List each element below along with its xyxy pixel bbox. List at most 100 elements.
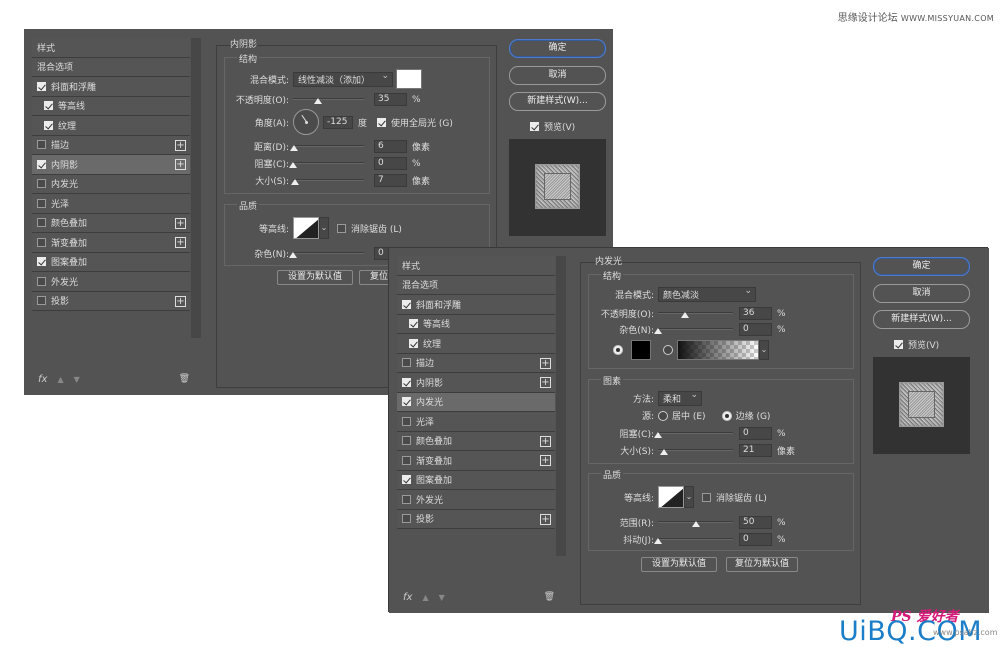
style-list-item[interactable]: 样式 <box>397 256 555 276</box>
jitter-input[interactable]: 0 <box>739 533 772 546</box>
blend-mode-select[interactable]: 颜色减淡 <box>658 286 756 302</box>
style-list-item[interactable]: 混合选项 <box>397 275 555 295</box>
gradient-dropdown[interactable]: ⌄ <box>759 340 769 360</box>
distance-input[interactable]: 6 <box>374 140 407 153</box>
add-effect-icon[interactable]: + <box>175 295 186 307</box>
gradient-radio[interactable] <box>663 345 673 355</box>
style-list-item[interactable]: 混合选项 <box>32 57 190 77</box>
trash-icon[interactable]: 🗑 <box>179 374 190 384</box>
choke-slider-thumb[interactable] <box>289 161 297 168</box>
add-effect-icon[interactable]: + <box>175 217 186 229</box>
move-up-icon[interactable]: ▲ <box>422 593 428 602</box>
style-checkbox[interactable] <box>37 179 46 189</box>
reset-default-button[interactable]: 复位为默认值 <box>726 557 798 572</box>
choke-slider[interactable] <box>289 159 364 169</box>
distance-slider[interactable] <box>290 142 364 152</box>
style-checkbox[interactable] <box>44 120 53 130</box>
glow-gradient-swatch[interactable] <box>677 340 759 360</box>
add-effect-icon[interactable]: + <box>540 435 551 447</box>
opacity-input[interactable]: 36 <box>739 307 772 320</box>
add-effect-icon[interactable]: + <box>175 237 186 248</box>
move-up-icon[interactable]: ▲ <box>57 375 63 384</box>
antialias-checkbox[interactable] <box>702 492 711 502</box>
style-checkbox[interactable] <box>402 397 411 407</box>
style-checkbox[interactable] <box>402 358 411 368</box>
style-list-item[interactable]: 等高线 <box>397 314 555 334</box>
style-checkbox[interactable] <box>402 436 411 446</box>
style-list-item[interactable]: 投影 + <box>32 291 190 311</box>
style-list-item[interactable]: 外发光 <box>397 490 555 510</box>
style-checkbox[interactable] <box>37 159 46 169</box>
noise-slider-thumb[interactable] <box>654 327 662 334</box>
style-checkbox[interactable] <box>37 257 46 267</box>
style-checkbox[interactable] <box>37 237 46 247</box>
opacity-input[interactable]: 35 <box>374 93 407 106</box>
make-default-button[interactable]: 设置为默认值 <box>277 270 353 285</box>
style-checkbox[interactable] <box>37 140 46 150</box>
new-style-button[interactable]: 新建样式(W)... <box>873 310 970 329</box>
style-list-scrollbar[interactable] <box>556 256 566 556</box>
blend-mode-select[interactable]: 线性减淡（添加） <box>293 71 393 87</box>
fx-icon[interactable]: fx <box>38 374 47 385</box>
style-list-item[interactable]: 颜色叠加 + <box>397 431 555 451</box>
contour-dropdown[interactable]: ⌄ <box>319 217 329 239</box>
style-list-item[interactable]: 外发光 <box>32 272 190 292</box>
new-style-button[interactable]: 新建样式(W)... <box>509 92 606 111</box>
contour-dropdown[interactable]: ⌄ <box>684 486 694 508</box>
style-list-item[interactable]: 内阴影 + <box>32 155 190 175</box>
noise-slider[interactable] <box>289 249 364 259</box>
style-checkbox[interactable] <box>44 101 53 111</box>
range-slider[interactable] <box>658 518 733 528</box>
style-checkbox[interactable] <box>37 81 46 91</box>
ok-button[interactable]: 确定 <box>509 39 606 58</box>
choke-slider-thumb[interactable] <box>654 431 662 438</box>
range-input[interactable]: 50 <box>739 516 772 529</box>
make-default-button[interactable]: 设置为默认值 <box>641 557 717 572</box>
style-list-item[interactable]: 等高线 <box>32 96 190 116</box>
add-effect-icon[interactable]: + <box>175 159 186 170</box>
size-slider[interactable] <box>291 176 364 186</box>
choke-input[interactable]: 0 <box>374 157 407 170</box>
style-checkbox[interactable] <box>402 475 411 485</box>
style-list-item[interactable]: 光泽 <box>32 194 190 214</box>
style-list-item[interactable]: 渐变叠加 + <box>397 451 555 471</box>
style-checkbox[interactable] <box>402 377 411 387</box>
style-list-item[interactable]: 颜色叠加 + <box>32 213 190 233</box>
choke-slider[interactable] <box>654 429 733 439</box>
angle-dial[interactable] <box>293 109 319 135</box>
style-list-item[interactable]: 投影 + <box>397 509 555 529</box>
style-list-item[interactable]: 描边 + <box>397 353 555 373</box>
size-slider[interactable] <box>658 446 733 456</box>
style-list-item[interactable]: 纹理 <box>397 334 555 354</box>
preview-checkbox[interactable] <box>894 340 903 349</box>
style-checkbox[interactable] <box>409 319 418 329</box>
style-list-item[interactable]: 图案叠加 <box>397 470 555 490</box>
style-checkbox[interactable] <box>37 218 46 228</box>
style-list-item[interactable]: 斜面和浮雕 <box>32 77 190 97</box>
style-checkbox[interactable] <box>37 276 46 286</box>
opacity-slider-thumb[interactable] <box>681 311 689 318</box>
source-center-radio[interactable] <box>658 410 668 421</box>
fx-icon[interactable]: fx <box>403 592 412 603</box>
opacity-slider[interactable] <box>293 95 364 105</box>
noise-input[interactable]: 0 <box>739 323 772 336</box>
style-list-item[interactable]: 光泽 <box>397 412 555 432</box>
size-input[interactable]: 21 <box>739 444 772 457</box>
move-down-icon[interactable]: ▼ <box>439 593 445 602</box>
move-down-icon[interactable]: ▼ <box>74 375 80 384</box>
cancel-button[interactable]: 取消 <box>873 284 970 303</box>
add-effect-icon[interactable]: + <box>540 377 551 388</box>
style-checkbox[interactable] <box>402 514 411 524</box>
style-list-scrollbar[interactable] <box>191 38 201 338</box>
style-checkbox[interactable] <box>402 455 411 465</box>
shadow-color-swatch[interactable] <box>396 69 422 89</box>
jitter-slider-thumb[interactable] <box>654 537 662 544</box>
contour-preview[interactable] <box>293 217 319 239</box>
noise-slider[interactable] <box>654 325 733 335</box>
size-input[interactable]: 7 <box>374 174 407 187</box>
style-list-item[interactable]: 斜面和浮雕 <box>397 295 555 315</box>
glow-color-swatch[interactable] <box>631 340 651 360</box>
style-list-item[interactable]: 纹理 <box>32 116 190 136</box>
style-list-item[interactable]: 描边 + <box>32 135 190 155</box>
opacity-slider-thumb[interactable] <box>313 97 322 104</box>
